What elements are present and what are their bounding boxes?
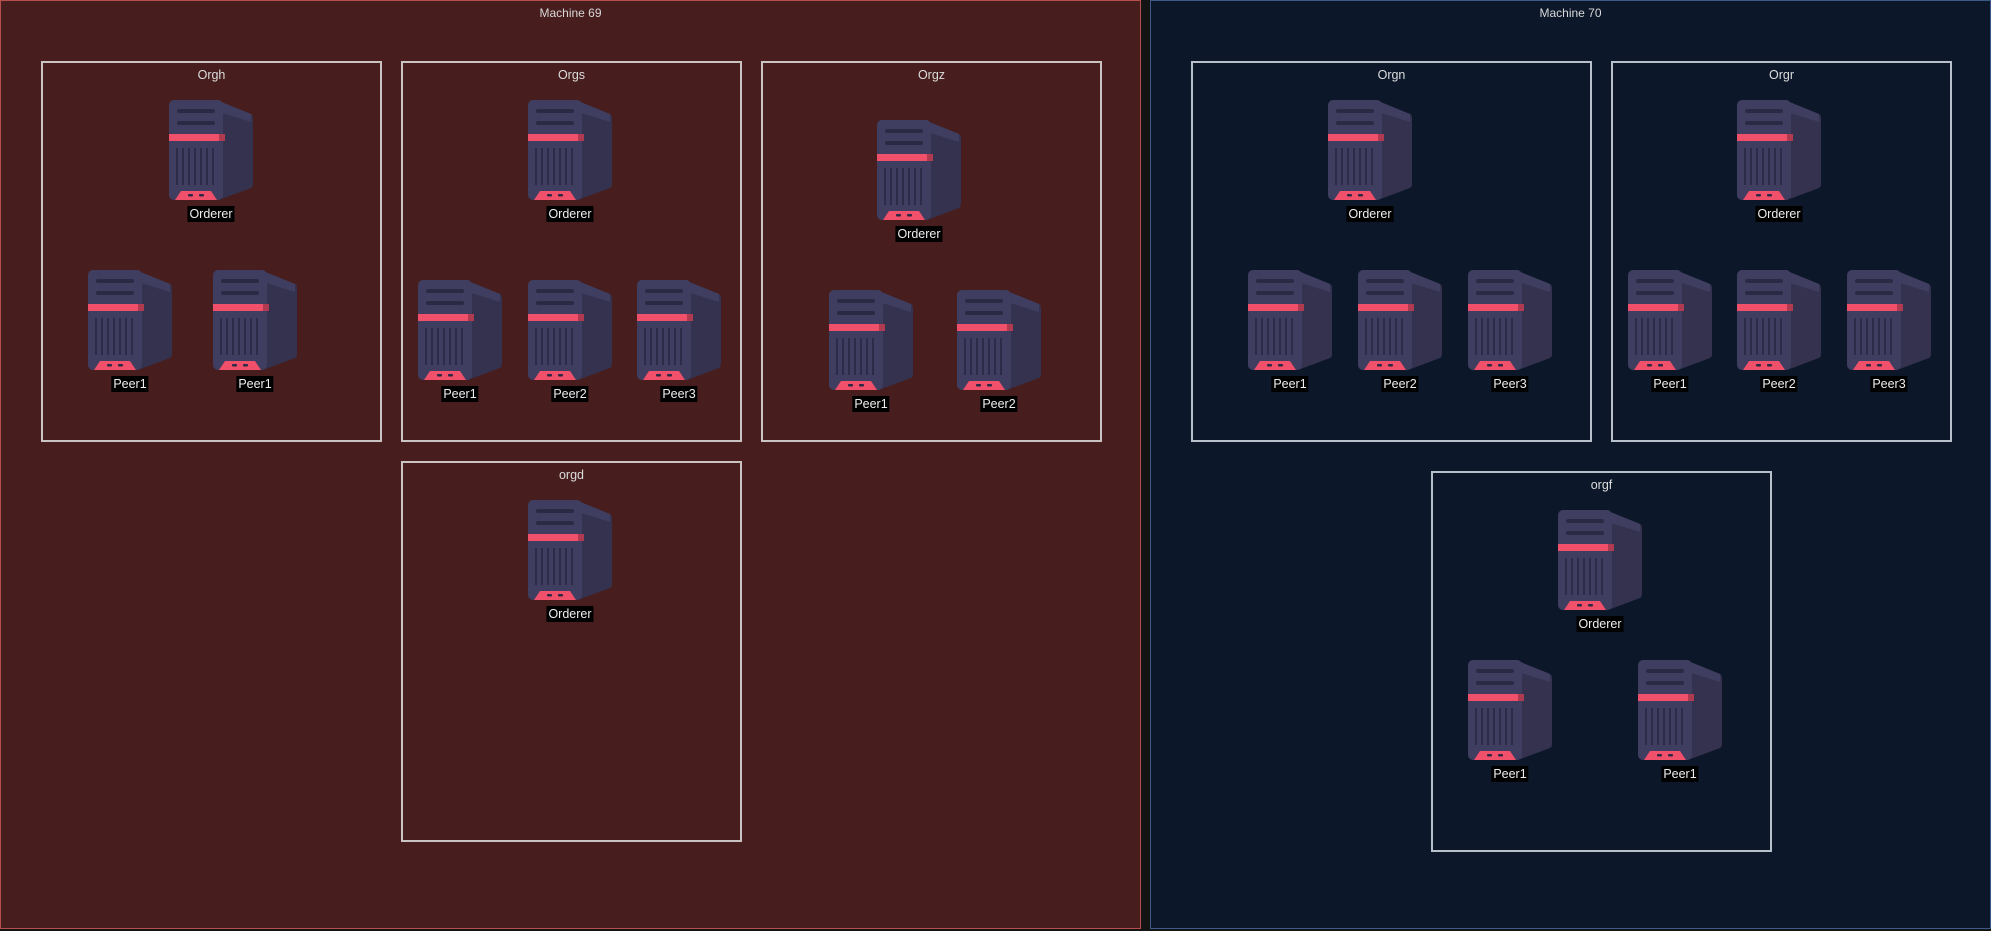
server-node[interactable]: Peer1: [829, 290, 913, 415]
node-label: Orderer: [546, 206, 594, 222]
machine-title: Machine 70: [1539, 6, 1602, 20]
node-label: Peer2: [551, 386, 589, 402]
node-label: Peer1: [236, 376, 274, 392]
node-label: Peer1: [852, 396, 890, 412]
node-label: Orderer: [546, 606, 594, 622]
server-node[interactable]: Peer2: [1737, 270, 1821, 395]
node-label: Orderer: [895, 226, 943, 242]
node-label: Peer3: [1870, 376, 1908, 392]
node-label: Peer2: [980, 396, 1018, 412]
node-label: Orderer: [1576, 616, 1624, 632]
server-icon: [1468, 660, 1552, 760]
org-title: Orgr: [1769, 68, 1794, 82]
server-node[interactable]: Orderer: [528, 500, 612, 625]
server-icon: [1628, 270, 1712, 370]
org-title: Orgh: [197, 68, 226, 82]
server-node[interactable]: Peer1: [88, 270, 172, 395]
server-icon: [169, 100, 253, 200]
server-node[interactable]: Peer1: [418, 280, 502, 405]
server-icon: [88, 270, 172, 370]
org-title: Orgz: [917, 68, 946, 82]
node-label: Orderer: [1755, 206, 1803, 222]
machine-70-group[interactable]: Machine 70 Orgn Orgr orgf: [1150, 0, 1991, 929]
server-icon: [1248, 270, 1332, 370]
server-icon: [1468, 270, 1552, 370]
org-orgz[interactable]: Orgz: [761, 61, 1102, 442]
org-title: orgd: [558, 468, 585, 482]
server-icon: [1737, 270, 1821, 370]
server-icon: [1847, 270, 1931, 370]
node-label: Peer3: [1491, 376, 1529, 392]
org-title: Orgs: [557, 68, 586, 82]
org-title: orgf: [1590, 478, 1613, 492]
server-node[interactable]: Peer2: [528, 280, 612, 405]
machine-title: Machine 69: [539, 6, 602, 20]
server-icon: [528, 280, 612, 380]
node-label: Peer1: [1661, 766, 1699, 782]
server-node[interactable]: Peer3: [637, 280, 721, 405]
server-icon: [1328, 100, 1412, 200]
node-label: Peer1: [1491, 766, 1529, 782]
node-label: Peer2: [1760, 376, 1798, 392]
server-icon: [1638, 660, 1722, 760]
node-label: Orderer: [1346, 206, 1394, 222]
server-node[interactable]: Orderer: [877, 120, 961, 245]
node-label: Peer1: [1271, 376, 1309, 392]
server-node[interactable]: Orderer: [528, 100, 612, 225]
server-icon: [213, 270, 297, 370]
server-node[interactable]: Peer1: [1248, 270, 1332, 395]
server-icon: [637, 280, 721, 380]
server-icon: [957, 290, 1041, 390]
server-node[interactable]: Orderer: [169, 100, 253, 225]
server-node[interactable]: Peer2: [957, 290, 1041, 415]
server-icon: [877, 120, 961, 220]
server-node[interactable]: Peer1: [213, 270, 297, 395]
org-title: Orgn: [1377, 68, 1406, 82]
server-node[interactable]: Orderer: [1328, 100, 1412, 225]
node-label: Peer2: [1381, 376, 1419, 392]
server-node[interactable]: Peer3: [1468, 270, 1552, 395]
server-node[interactable]: Peer1: [1628, 270, 1712, 395]
server-icon: [418, 280, 502, 380]
server-icon: [1358, 270, 1442, 370]
server-icon: [829, 290, 913, 390]
node-label: Peer3: [660, 386, 698, 402]
server-node[interactable]: Orderer: [1558, 510, 1642, 635]
server-icon: [528, 100, 612, 200]
server-node[interactable]: Peer1: [1638, 660, 1722, 785]
node-label: Peer1: [441, 386, 479, 402]
server-node[interactable]: Peer2: [1358, 270, 1442, 395]
node-label: Peer1: [1651, 376, 1689, 392]
server-icon: [1558, 510, 1642, 610]
node-label: Orderer: [187, 206, 235, 222]
server-node[interactable]: Orderer: [1737, 100, 1821, 225]
server-icon: [1737, 100, 1821, 200]
node-label: Peer1: [111, 376, 149, 392]
server-icon: [528, 500, 612, 600]
server-node[interactable]: Peer3: [1847, 270, 1931, 395]
server-node[interactable]: Peer1: [1468, 660, 1552, 785]
